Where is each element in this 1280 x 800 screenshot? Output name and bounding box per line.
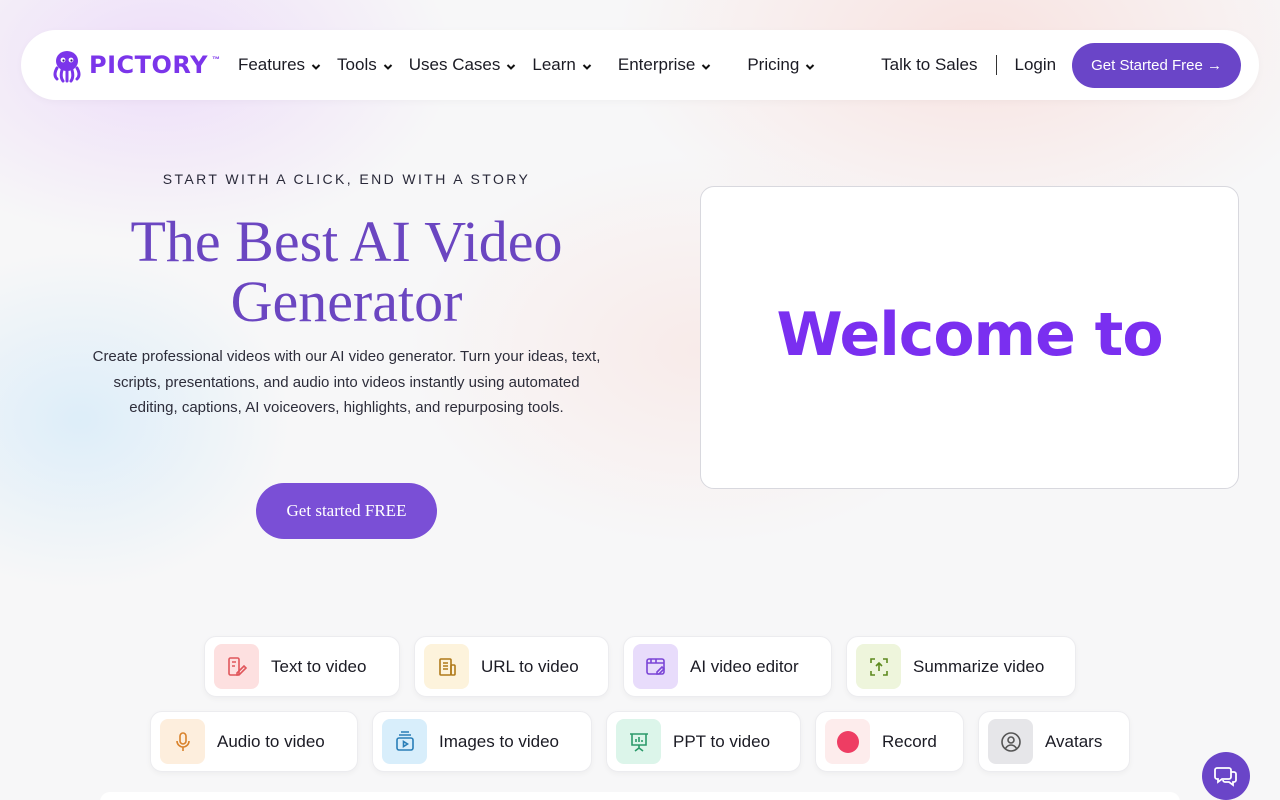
record-icon xyxy=(825,719,870,764)
chevron-down-icon xyxy=(507,64,516,70)
tool-url-to-video[interactable]: URL to video xyxy=(414,636,609,697)
menu-enterprise[interactable]: Enterprise xyxy=(618,55,711,75)
tool-label: URL to video xyxy=(481,656,579,676)
summarize-icon xyxy=(856,644,901,689)
chevron-down-icon xyxy=(383,64,392,70)
tool-label: AI video editor xyxy=(690,656,799,676)
chevron-down-icon xyxy=(582,64,592,70)
microphone-icon xyxy=(160,719,205,764)
menu-tools[interactable]: Tools xyxy=(337,55,393,75)
octopus-logo-icon xyxy=(53,51,81,83)
text-edit-icon xyxy=(214,644,259,689)
tool-avatars[interactable]: Avatars xyxy=(978,711,1130,772)
tool-record[interactable]: Record xyxy=(815,711,964,772)
video-caption-text: Welcome to xyxy=(776,299,1163,370)
document-icon xyxy=(424,644,469,689)
tool-label: PPT to video xyxy=(673,731,771,751)
tool-label: Summarize video xyxy=(913,656,1045,676)
next-section-card xyxy=(100,792,1180,800)
menu-item-label: Learn xyxy=(532,55,576,74)
talk-to-sales-link[interactable]: Talk to Sales xyxy=(881,55,977,75)
tool-text-to-video[interactable]: Text to video xyxy=(204,636,400,697)
login-link[interactable]: Login xyxy=(1015,55,1057,75)
tool-summarize-video[interactable]: Summarize video xyxy=(846,636,1076,697)
tool-ppt-to-video[interactable]: PPT to video xyxy=(606,711,801,772)
hero-title: The Best AI Video Generator xyxy=(0,212,693,332)
get-started-free-button[interactable]: Get Started Free → xyxy=(1072,42,1241,88)
menu-pricing[interactable]: Pricing xyxy=(747,55,815,75)
editor-icon xyxy=(633,644,678,689)
chat-bubbles-icon xyxy=(1214,767,1237,787)
get-started-hero-button[interactable]: Get started FREE xyxy=(256,483,437,539)
tool-audio-to-video[interactable]: Audio to video xyxy=(150,711,358,772)
menu-item-label: Tools xyxy=(337,55,377,74)
brand-name: PICTORY xyxy=(89,51,208,79)
tool-ai-video-editor[interactable]: AI video editor xyxy=(623,636,832,697)
main-menu: Features Tools Uses Cases Learn Enterpri… xyxy=(238,55,815,75)
nav-actions: Talk to Sales Login Get Started Free → xyxy=(881,42,1241,88)
hero-description: Create professional videos with our AI v… xyxy=(92,348,601,416)
presentation-icon xyxy=(616,719,661,764)
chevron-down-icon xyxy=(311,64,321,70)
avatar-icon xyxy=(988,719,1033,764)
images-icon xyxy=(382,719,427,764)
menu-item-label: Features xyxy=(237,55,306,74)
chat-widget-button[interactable] xyxy=(1202,752,1250,800)
chevron-down-icon xyxy=(702,64,711,70)
menu-item-label: Uses Cases xyxy=(408,55,501,74)
top-navbar: PICTORY ™ Features Tools Uses Cases Lear… xyxy=(21,30,1259,100)
menu-learn[interactable]: Learn xyxy=(532,55,592,75)
tool-label: Text to video xyxy=(271,656,367,676)
tool-label: Images to video xyxy=(439,731,560,751)
menu-features[interactable]: Features xyxy=(238,55,321,75)
tool-label: Record xyxy=(882,731,937,751)
tool-label: Audio to video xyxy=(217,731,325,751)
hero-title-line1: The Best AI Video xyxy=(130,209,563,274)
chevron-down-icon xyxy=(806,64,815,70)
hero-video-player[interactable]: Welcome to xyxy=(700,186,1239,489)
nav-divider xyxy=(995,55,997,75)
tool-images-to-video[interactable]: Images to video xyxy=(372,711,592,772)
menu-item-label: Pricing xyxy=(747,55,800,74)
menu-item-label: Enterprise xyxy=(617,55,696,74)
tool-label: Avatars xyxy=(1045,731,1103,751)
hero-title-line2: Generator xyxy=(230,269,463,334)
brand-logo[interactable]: PICTORY ™ xyxy=(49,47,220,83)
hero-eyebrow: START WITH A CLICK, END WITH A STORY xyxy=(162,171,531,187)
menu-use-cases[interactable]: Uses Cases xyxy=(409,55,517,75)
brand-trademark: ™ xyxy=(211,55,220,64)
